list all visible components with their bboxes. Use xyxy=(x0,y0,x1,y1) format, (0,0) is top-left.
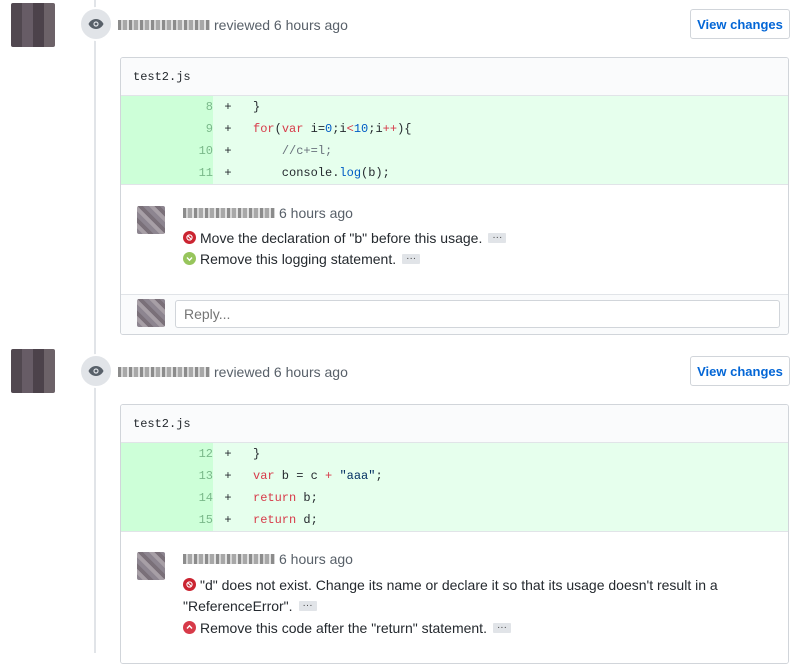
review-action: reviewed 6 hours ago xyxy=(214,17,348,33)
diff-code: return d; xyxy=(253,513,318,527)
commenter-name[interactable] xyxy=(183,554,275,564)
diff-row: 10 + //c+=l; xyxy=(121,140,788,162)
diff-code: } xyxy=(253,100,261,114)
view-changes-button[interactable]: View changes xyxy=(690,356,790,386)
diff-row: 8 + } xyxy=(121,96,788,118)
diff-row: 13 + var b = c + "aaa"; xyxy=(121,465,788,487)
arrow-up-circle-icon xyxy=(183,621,196,634)
reply-area xyxy=(121,294,788,334)
diff-code: return b; xyxy=(253,491,318,505)
review-header: reviewed 6 hours ago xyxy=(118,11,348,39)
comment-time[interactable]: 6 hours ago xyxy=(279,551,353,567)
view-changes-button[interactable]: View changes xyxy=(690,9,790,39)
diff-row: 12 + } xyxy=(121,443,788,465)
eye-icon xyxy=(79,7,113,41)
diff-row: 9 + for(var i=0;i<10;i++){ xyxy=(121,118,788,140)
reviewer-avatar[interactable] xyxy=(11,349,55,393)
error-icon xyxy=(183,578,196,591)
diff-row: 14 + return b; xyxy=(121,487,788,509)
comment-issue-error: Move the declaration of "b" before this … xyxy=(183,228,507,248)
comment-issue-error: "d" does not exist. Change its name or d… xyxy=(183,575,773,595)
comment: 6 hours ago "d" does not exist. Change i… xyxy=(121,531,788,663)
diff-row: 15 + return d; xyxy=(121,509,788,531)
diff-code: for(var i=0;i<10;i++){ xyxy=(253,122,412,136)
reviewer-name[interactable] xyxy=(118,367,210,377)
file-name[interactable]: test2.js xyxy=(121,58,788,96)
comment-header: 6 hours ago xyxy=(183,205,353,221)
comment-issue-critical: Remove this code after the "return" stat… xyxy=(183,618,511,638)
reviewer-avatar[interactable] xyxy=(11,3,55,47)
comment-issue-info: Remove this logging statement. ··· xyxy=(183,249,421,269)
commenter-avatar[interactable] xyxy=(137,206,165,234)
comment-header: 6 hours ago xyxy=(183,551,353,567)
review-header: reviewed 6 hours ago xyxy=(118,358,348,386)
commenter-name[interactable] xyxy=(183,208,275,218)
reply-input[interactable] xyxy=(175,300,780,328)
diff-code: } xyxy=(253,447,261,461)
comment-time[interactable]: 6 hours ago xyxy=(279,205,353,221)
arrow-down-circle-icon xyxy=(183,252,196,265)
review-card: test2.js 12 + } 13 + var b = c + "aaa"; … xyxy=(120,404,789,664)
reviewer-name[interactable] xyxy=(118,20,210,30)
current-user-avatar xyxy=(137,299,165,327)
more-button[interactable]: ··· xyxy=(298,601,317,611)
more-button[interactable]: ··· xyxy=(402,254,421,264)
file-name[interactable]: test2.js xyxy=(121,405,788,443)
diff-row: 11 + console.log(b); xyxy=(121,162,788,184)
eye-icon xyxy=(79,354,113,388)
diff-code: var b = c + "aaa"; xyxy=(253,469,383,483)
timeline-line xyxy=(94,0,96,653)
error-icon xyxy=(183,231,196,244)
comment: 6 hours ago Move the declaration of "b" … xyxy=(121,184,788,298)
diff-code: //c+=l; xyxy=(281,144,333,158)
review-action: reviewed 6 hours ago xyxy=(214,364,348,380)
commenter-avatar[interactable] xyxy=(137,552,165,580)
review-card: test2.js 8 + } 9 + for(var i=0;i<10;i++)… xyxy=(120,57,789,335)
more-button[interactable]: ··· xyxy=(492,623,511,633)
comment-issue-error-cont: "ReferenceError". ··· xyxy=(183,596,317,616)
diff-code: console.log(b); xyxy=(253,166,390,180)
more-button[interactable]: ··· xyxy=(488,233,507,243)
